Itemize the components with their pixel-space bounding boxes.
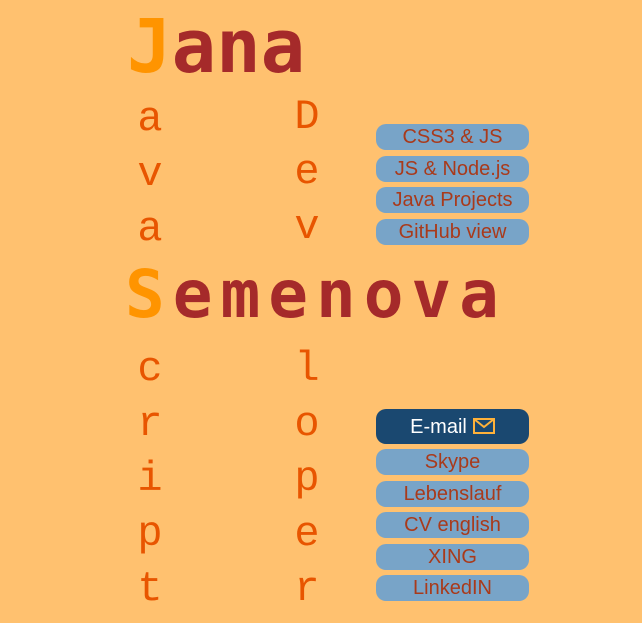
vertical-letter: t: [137, 565, 163, 613]
first-name: Jana: [127, 10, 305, 84]
last-name-rest: emenova: [172, 256, 507, 333]
vertical-letter: a: [137, 95, 163, 143]
vertical-letter: p: [294, 455, 320, 503]
lebenslauf-button[interactable]: Lebenslauf: [376, 480, 529, 507]
vertical-java-bottom: c r i p t: [130, 342, 170, 617]
vertical-dev-top: D e v: [287, 90, 327, 255]
vertical-dev-bottom: l o p e r: [287, 342, 327, 617]
vertical-letter: r: [137, 400, 163, 448]
vertical-letter: l: [294, 345, 320, 393]
vertical-letter: e: [294, 510, 320, 558]
vertical-letter: p: [137, 510, 163, 558]
cv-english-button[interactable]: CV english: [376, 512, 529, 538]
linkedin-button[interactable]: LinkedIN: [376, 575, 529, 601]
github-view-button[interactable]: GitHub view: [376, 218, 529, 245]
first-name-initial: J: [127, 4, 172, 90]
envelope-icon: [472, 417, 495, 434]
vertical-letter: D: [294, 93, 320, 141]
vertical-java-top: a v a: [130, 92, 170, 257]
projects-links: CSS3 & JS JS & Node.js Java Projects Git…: [376, 124, 529, 250]
contact-links: E-mail Skype Lebenslauf CV english XING …: [376, 409, 529, 607]
js-nodejs-button[interactable]: JS & Node.js: [376, 155, 529, 182]
xing-button[interactable]: XING: [376, 543, 529, 570]
last-name: Semenova: [125, 262, 507, 328]
vertical-letter: o: [294, 400, 320, 448]
vertical-letter: a: [137, 205, 163, 253]
last-name-initial: S: [125, 256, 173, 333]
first-name-rest: ana: [171, 4, 306, 90]
skype-button[interactable]: Skype: [376, 449, 529, 475]
email-label: E-mail: [410, 416, 467, 438]
vertical-letter: c: [137, 345, 163, 393]
vertical-letter: i: [137, 455, 163, 503]
vertical-letter: e: [294, 148, 320, 196]
java-projects-button[interactable]: Java Projects: [376, 187, 529, 213]
css3-js-button[interactable]: CSS3 & JS: [376, 124, 529, 150]
email-button[interactable]: E-mail: [376, 409, 529, 444]
vertical-letter: v: [294, 203, 320, 251]
vertical-letter: v: [137, 150, 163, 198]
vertical-letter: r: [294, 565, 320, 613]
